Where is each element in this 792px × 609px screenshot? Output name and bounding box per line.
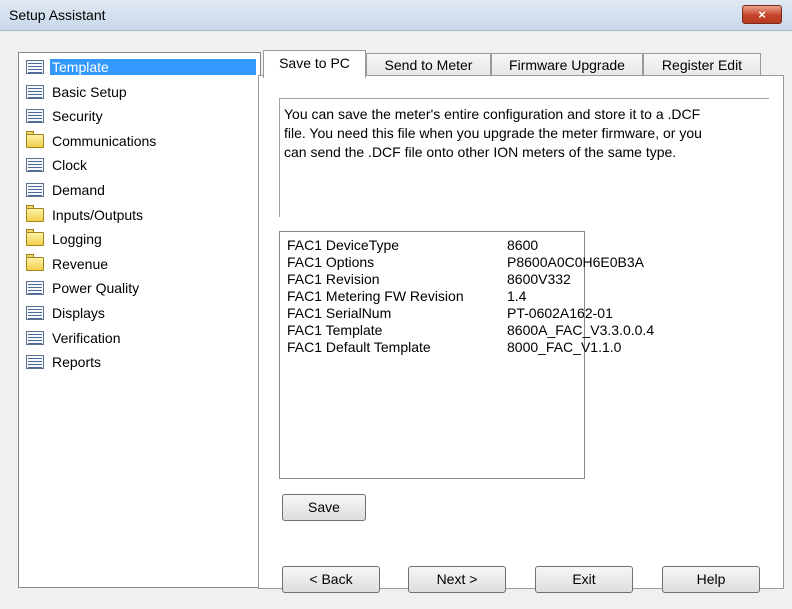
tree-item-label: Communications — [52, 132, 157, 149]
folder-icon — [26, 229, 44, 247]
info-key: FAC1 DeviceType — [287, 237, 400, 253]
setup-assistant-window: Setup Assistant × Template Basic Setup Sec… — [0, 0, 792, 609]
tree-item[interactable]: Logging — [23, 228, 256, 250]
dialog-client-area: Template Basic Setup Security Communication… — [8, 38, 784, 601]
info-value: P8600A0C0H6E0B3A — [507, 254, 644, 270]
tree-item[interactable]: Clock — [23, 154, 256, 176]
info-value: PT-0602A162-01 — [507, 305, 613, 321]
description-text: You can save the meter's entire configur… — [279, 98, 769, 217]
description-line: can send the .DCF file onto other ION me… — [284, 144, 677, 160]
tree-item-label: Revenue — [52, 255, 109, 272]
info-key: FAC1 Template — [287, 322, 383, 338]
tree-item-label: Demand — [52, 182, 105, 198]
info-value: 1.4 — [507, 288, 527, 304]
tree-item-label: Power Quality — [52, 280, 140, 297]
tab[interactable]: Send to Meter — [366, 53, 491, 77]
tree-item-label: Security — [52, 108, 103, 125]
close-button[interactable]: × — [742, 5, 782, 24]
form-icon — [26, 355, 44, 370]
info-key: FAC1 Revision — [287, 271, 380, 287]
form-icon — [26, 306, 44, 320]
description-line: file. You need this file when you upgrad… — [284, 125, 702, 141]
tree-item[interactable]: Reports — [23, 351, 256, 373]
tab-page-save-to-pc: You can save the meter's entire configur… — [258, 75, 784, 589]
folder-icon — [26, 253, 44, 271]
folder-icon — [26, 130, 44, 148]
info-value: 8600 — [507, 237, 539, 253]
tree-item[interactable]: Security — [23, 105, 256, 127]
tree-item-label: Displays — [52, 305, 105, 321]
tree-item[interactable]: Template — [23, 56, 256, 78]
setup-tree[interactable]: Template Basic Setup Security Communication… — [18, 52, 261, 588]
exit-button[interactable]: Exit — [535, 566, 633, 593]
info-key: FAC1 Metering FW Revision — [287, 288, 464, 304]
info-key: FAC1 Options — [287, 254, 375, 270]
help-button[interactable]: Help — [662, 566, 760, 593]
close-icon: × — [758, 7, 766, 22]
info-value: 8000_FAC_V1.1.0 — [507, 339, 622, 355]
window-title: Setup Assistant — [9, 7, 106, 23]
form-icon — [26, 183, 44, 197]
tab[interactable]: Firmware Upgrade — [491, 53, 643, 77]
form-icon — [26, 158, 44, 173]
info-key: FAC1 Default Template — [287, 339, 431, 355]
tree-item-label: Logging — [52, 231, 102, 248]
tree-item-label: Template — [50, 59, 256, 75]
form-icon — [26, 84, 44, 99]
tab-strip: Save to PC Send to Meter Firmware Upgrade R… — [263, 50, 763, 78]
tree-item[interactable]: Basic Setup — [23, 81, 256, 103]
tree-item[interactable]: Revenue — [23, 253, 256, 275]
title-bar: Setup Assistant × — [0, 0, 792, 31]
tree-item-label: Basic Setup — [52, 83, 127, 100]
tree-item-label: Verification — [52, 329, 121, 346]
save-button[interactable]: Save — [282, 494, 366, 521]
tree-item[interactable]: Verification — [23, 327, 256, 349]
next-button[interactable]: Next > — [408, 566, 506, 593]
tree-item-label: Reports — [52, 354, 102, 371]
tab[interactable]: Register Edit — [643, 53, 761, 77]
tree-item[interactable]: Inputs/Outputs — [23, 204, 256, 226]
folder-icon — [26, 204, 44, 222]
form-icon — [26, 330, 44, 345]
form-icon — [26, 281, 44, 296]
info-value: 8600A_FAC_V3.3.0.0.4 — [507, 322, 655, 338]
tree-item-label: Clock — [52, 157, 88, 174]
tree-item[interactable]: Demand — [23, 179, 256, 201]
tree-item-label: Inputs/Outputs — [52, 206, 144, 223]
tree-item[interactable]: Power Quality — [23, 277, 256, 299]
info-key: FAC1 SerialNum — [287, 305, 392, 321]
form-icon — [26, 109, 44, 124]
info-value: 8600V332 — [507, 271, 571, 287]
tab[interactable]: Save to PC — [263, 50, 366, 78]
form-icon — [26, 60, 44, 74]
back-button[interactable]: < Back — [282, 566, 380, 593]
meter-info-list: FAC1 DeviceType 8600 FAC1 Options P8600A0C0… — [279, 231, 654, 479]
description-line: You can save the meter's entire configur… — [284, 106, 701, 122]
tree-item[interactable]: Displays — [23, 302, 256, 324]
tree-item[interactable]: Communications — [23, 130, 256, 152]
